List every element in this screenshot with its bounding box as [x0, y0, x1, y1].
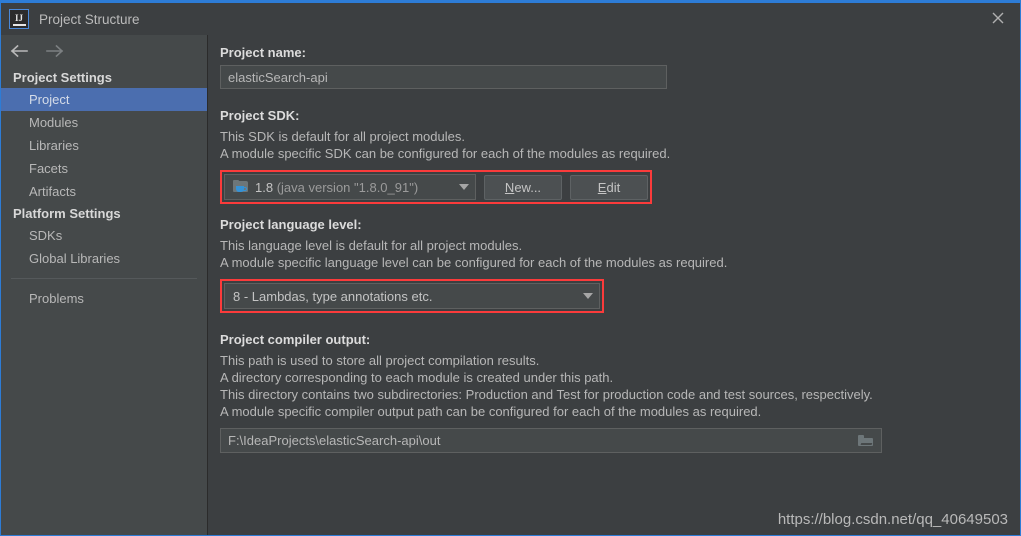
navigation-arrows: [1, 35, 207, 67]
sidebar-item-artifacts[interactable]: Artifacts: [1, 180, 207, 203]
close-icon: [992, 12, 1003, 24]
sidebar-item-modules[interactable]: Modules: [1, 111, 207, 134]
project-sdk-description-line-2: A module specific SDK can be configured …: [220, 146, 671, 161]
intellij-logo-underline: [13, 24, 26, 26]
project-name-label: Project name:: [220, 45, 306, 60]
edit-sdk-button-label: dit: [606, 179, 621, 195]
project-sdk-highlight-box: 1.8 (java version "1.8.0_91") New... Edi…: [220, 170, 652, 204]
new-sdk-button-mnemonic: N: [504, 179, 515, 195]
sidebar: Project Settings Project Modules Librari…: [1, 35, 208, 535]
new-sdk-button-label: ew...: [514, 179, 542, 195]
project-structure-window: IJ Project Structure Project Settings Pr…: [0, 0, 1021, 536]
sidebar-item-global-libraries[interactable]: Global Libraries: [1, 247, 207, 270]
language-level-description-line-2: A module specific language level can be …: [220, 255, 728, 270]
sidebar-item-libraries[interactable]: Libraries: [1, 134, 207, 157]
project-sdk-detail: (java version "1.8.0_91"): [276, 179, 419, 195]
project-sdk-version: 1.8: [255, 179, 274, 195]
sidebar-item-facets[interactable]: Facets: [1, 157, 207, 180]
compiler-output-description-line-1: This path is used to store all project c…: [220, 353, 540, 368]
new-sdk-button[interactable]: New...: [484, 174, 562, 200]
sidebar-divider: [11, 278, 197, 279]
chevron-down-icon: [583, 293, 593, 299]
title-bar: IJ Project Structure: [1, 3, 1020, 35]
folder-icon: [857, 435, 873, 446]
compiler-output-path-field[interactable]: F:\IdeaProjects\elasticSearch-api\out: [220, 428, 882, 453]
sidebar-item-project[interactable]: Project: [1, 88, 207, 111]
edit-sdk-button-mnemonic: E: [597, 179, 607, 195]
arrow-left-icon[interactable]: [9, 44, 29, 58]
intellij-logo-icon: IJ: [9, 9, 29, 29]
language-level-label: Project language level:: [220, 217, 362, 232]
watermark-text: https://blog.csdn.net/qq_40649503: [777, 511, 1008, 528]
compiler-output-description-line-2: A directory corresponding to each module…: [220, 370, 614, 385]
project-sdk-row: 1.8 (java version "1.8.0_91") New... Edi…: [224, 174, 648, 200]
sidebar-group-platform-settings: Platform Settings: [13, 206, 121, 221]
project-name-input[interactable]: elasticSearch-api: [220, 65, 667, 89]
project-sdk-description-line-1: This SDK is default for all project modu…: [220, 129, 465, 144]
project-sdk-dropdown[interactable]: 1.8 (java version "1.8.0_91"): [224, 174, 476, 200]
sidebar-item-sdks[interactable]: SDKs: [1, 224, 207, 247]
language-level-highlight-box: 8 - Lambdas, type annotations etc.: [220, 279, 604, 313]
compiler-output-description-line-4: A module specific compiler output path c…: [220, 404, 762, 419]
compiler-output-label: Project compiler output:: [220, 332, 371, 347]
java-sdk-folder-icon: [233, 180, 249, 194]
main-panel: Project name: elasticSearch-api Project …: [209, 35, 1020, 535]
project-sdk-label: Project SDK:: [220, 108, 300, 123]
compiler-output-path-value: F:\IdeaProjects\elasticSearch-api\out: [228, 433, 441, 448]
language-level-description-line-1: This language level is default for all p…: [220, 238, 523, 253]
window-title: Project Structure: [39, 11, 140, 27]
sidebar-group-project-settings: Project Settings: [13, 70, 112, 85]
chevron-down-icon: [459, 184, 469, 190]
sidebar-item-problems[interactable]: Problems: [1, 287, 207, 310]
edit-sdk-button[interactable]: Edit: [570, 174, 648, 200]
compiler-output-description-line-3: This directory contains two subdirectori…: [220, 387, 873, 402]
intellij-logo-letters: IJ: [14, 12, 23, 23]
arrow-right-icon: [46, 44, 64, 58]
compiler-output-browse-button[interactable]: [849, 429, 881, 452]
project-sdk-value: 1.8 (java version "1.8.0_91"): [255, 180, 453, 195]
language-level-dropdown[interactable]: 8 - Lambdas, type annotations etc.: [224, 283, 600, 309]
language-level-value: 8 - Lambdas, type annotations etc.: [233, 288, 433, 304]
close-button[interactable]: [975, 3, 1020, 33]
